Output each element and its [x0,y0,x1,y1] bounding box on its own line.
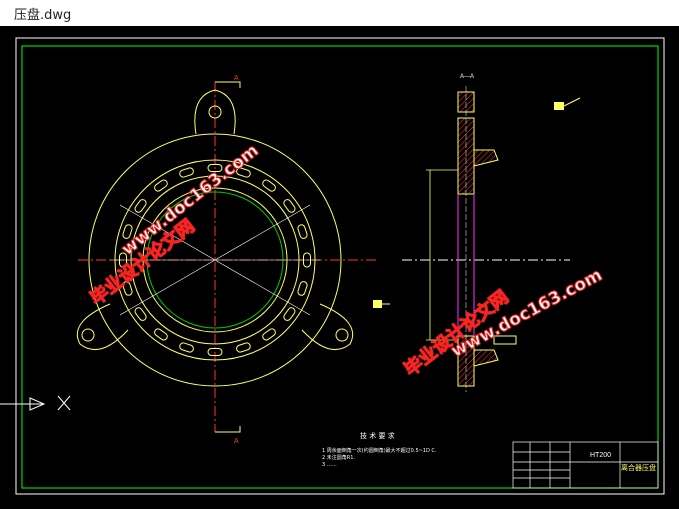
radial-slot [179,167,194,178]
roughness-tag [554,102,564,110]
radial-slot [262,328,276,341]
radial-slot [134,199,147,213]
radial-slot [297,281,308,296]
document-title: 压盘.dwg [14,8,72,23]
title-bar: 压盘.dwg [0,0,679,24]
tech-req-heading: 技 术 要 求 [360,431,395,440]
cut-marker-top-label: A [234,75,239,82]
radial-slot [179,342,194,353]
tech-req-line-1: 1 周余面倒角一次(约圆倒角)最大不超过0.5~1D C. [322,447,437,454]
datum-tag-right [373,300,382,308]
radial-slot [154,328,168,341]
radial-slot [283,307,296,321]
radial-slot [154,179,168,192]
drawing-sheet: A A A—A 技 术 要 求 1 周余面倒角一次(约圆倒角)最大不超过0.5~… [0,37,665,495]
right-lug-hole [335,328,349,342]
section-label: A—A [460,74,474,80]
radial-slot [297,224,308,239]
ucs-icon [0,395,71,411]
cad-canvas[interactable]: A A A—A 技 术 要 求 1 周余面倒角一次(约圆倒角)最大不超过0.5~… [0,26,679,509]
tech-req-line-2: 2 未注圆角R1. [322,454,355,461]
radial-slot [134,307,147,321]
left-lug-hole [81,328,95,342]
section-lower-boss [473,349,499,367]
cut-marker-bottom-label: A [234,438,239,445]
title-material: HT200 [590,452,611,459]
radial-slot [262,179,276,192]
title-part-name: 离合器压盘 [621,463,656,472]
cut-marker-bottom-line [215,426,241,433]
radial-slot [283,199,296,213]
cut-marker-top-line [215,81,241,88]
tech-requirements: 技 术 要 求 1 周余面倒角一次(约圆倒角)最大不超过0.5~1D C. 2 … [322,431,437,468]
radial-slot [236,342,251,353]
tech-req-line-3: 3 …… [322,462,337,468]
section-upper-boss [473,149,499,167]
